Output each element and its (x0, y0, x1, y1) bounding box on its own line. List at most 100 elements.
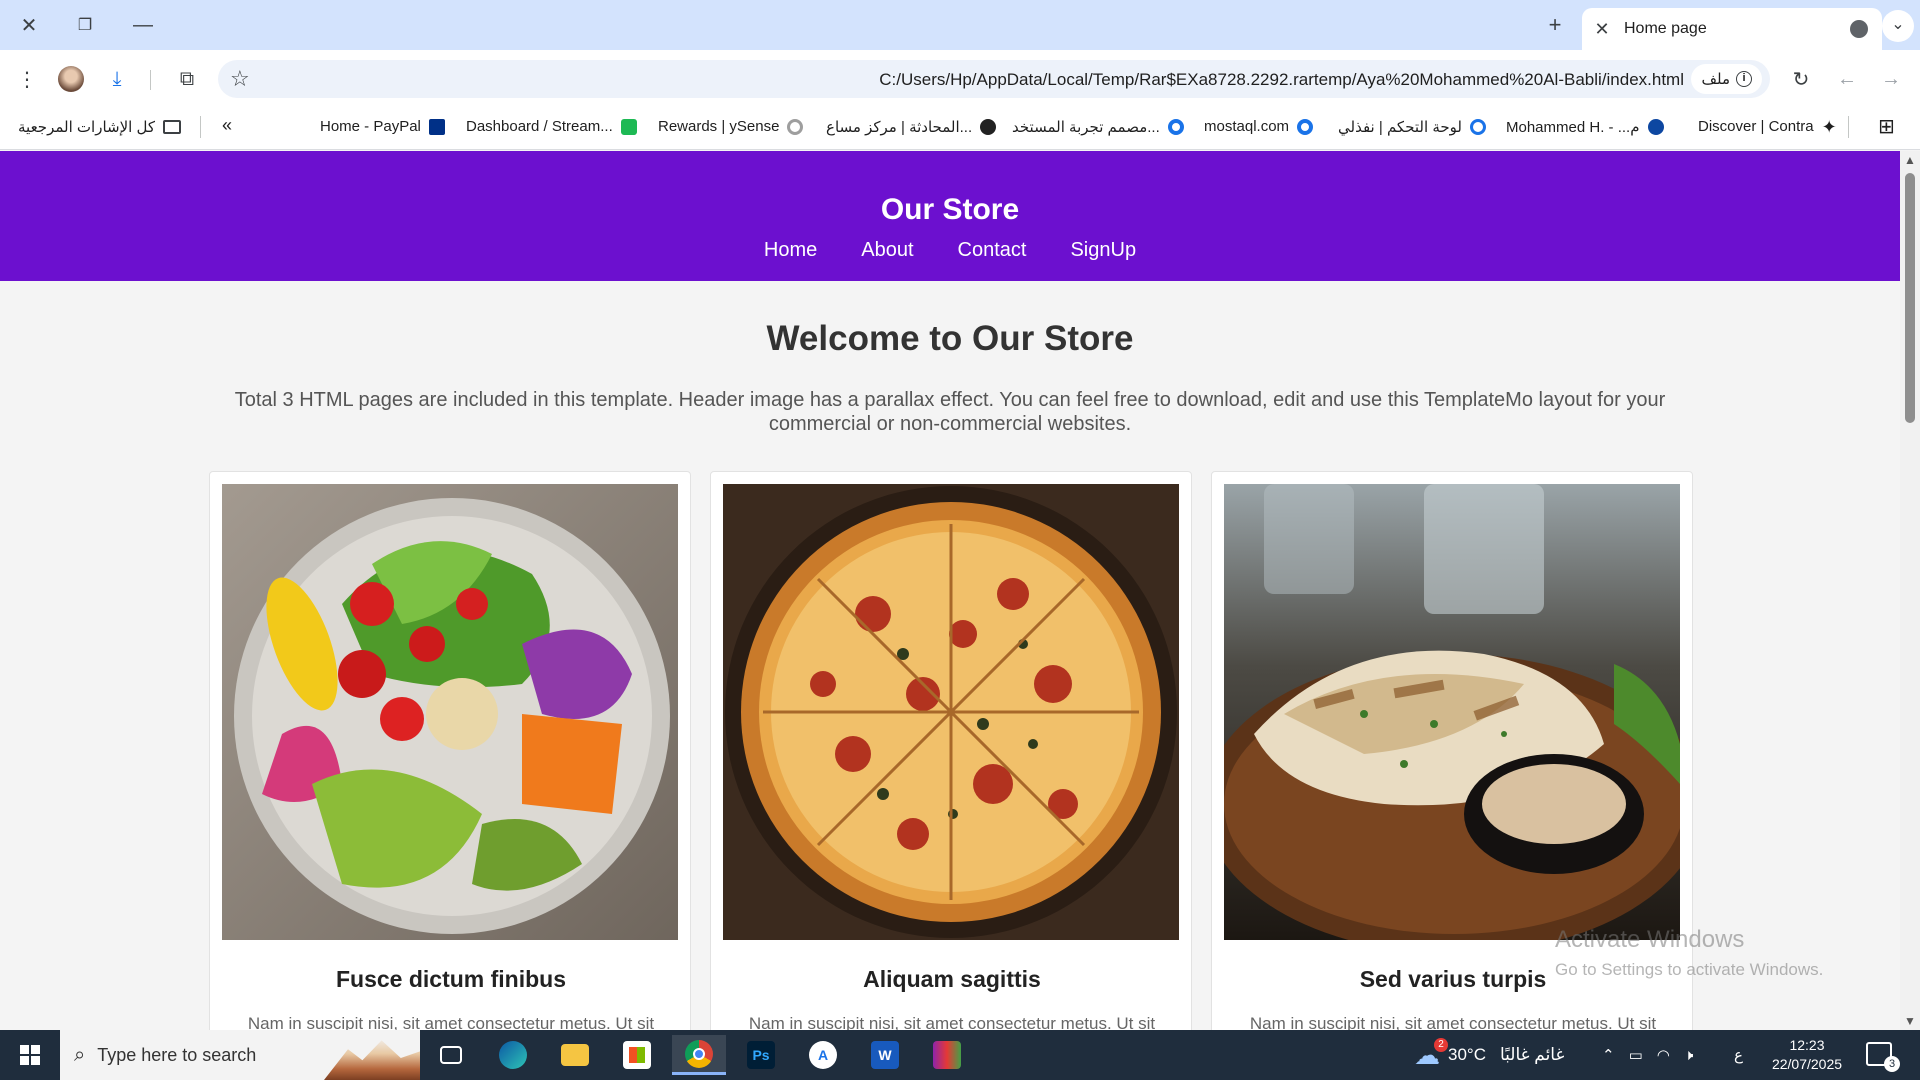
ysense-icon (787, 118, 804, 135)
address-url[interactable]: C:/Users/Hp/AppData/Local/Temp/Rar$EXa87… (879, 70, 1684, 90)
forward-arrow-icon[interactable]: → (1876, 64, 1906, 94)
tab-home-page[interactable]: ✕ Home page (1582, 8, 1882, 50)
all-bookmarks-button[interactable]: كل الإشارات المرجعية (18, 118, 181, 136)
nav-signup-link[interactable]: SignUp (1070, 239, 1136, 262)
clock-time: 12:23 (1789, 1037, 1825, 1053)
chat-icon (980, 119, 997, 135)
activate-windows-title: Activate Windows (1555, 926, 1745, 953)
taskbar-search[interactable]: ⌕ Type here to search (60, 1030, 420, 1080)
bookmark-nafzly[interactable]: لوحة التحكم | نفذلي (1338, 118, 1486, 136)
bookmarks-overflow-button[interactable]: « (222, 115, 232, 136)
start-button[interactable] (0, 1030, 60, 1080)
profile-avatar[interactable] (58, 66, 84, 92)
nafzly-icon (1469, 119, 1486, 135)
folder-icon (163, 120, 181, 134)
windows-logo-icon (20, 1045, 40, 1065)
bookmark-label: لوحة التحكم | نفذلي (1338, 119, 1462, 136)
contra-star-icon: ✦ (1821, 116, 1837, 137)
address-bar[interactable]: ☆ C:/Users/Hp/AppData/Local/Temp/Rar$EXa… (218, 60, 1770, 98)
pizza-photo (723, 484, 1179, 940)
download-icon[interactable]: ⤓ (102, 64, 132, 94)
restore-window-icon[interactable]: ❐ (70, 10, 100, 40)
salad-photo (222, 484, 678, 940)
all-bookmarks-label: كل الإشارات المرجعية (18, 119, 155, 136)
search-placeholder: Type here to search (97, 1044, 257, 1065)
bookmark-label: Discover | Contra (1698, 118, 1814, 135)
volume-muted-icon[interactable]: 🕨 (1684, 1047, 1693, 1064)
clock-date: 22/07/2025 (1771, 1056, 1843, 1072)
apps-grid-icon[interactable]: ⊞ (1878, 114, 1895, 139)
nav-contact-link[interactable]: Contact (958, 239, 1027, 262)
back-arrow-icon[interactable]: ← (1832, 64, 1862, 94)
language-indicator[interactable]: ع (1734, 1030, 1743, 1080)
card-title: Fusce dictum finibus (335, 966, 567, 992)
bookmark-label: مصمم تجربة المستخد... (1012, 119, 1160, 136)
minimize-window-icon[interactable]: — (128, 10, 158, 40)
chrome-icon[interactable] (672, 1035, 726, 1075)
bookmark-label: mostaql.com (1204, 118, 1290, 135)
weather-widget[interactable]: ☁ 30°C غائم غالبًا (1414, 1030, 1564, 1080)
search-highlight-image (324, 1040, 420, 1080)
bookmark-mohammed[interactable]: Mohammed H. - ...م (1506, 118, 1664, 136)
reload-icon[interactable]: ↻ (1786, 64, 1816, 94)
bookmarks-divider (1848, 116, 1849, 138)
windows-taskbar: ⌕ Type here to search Ps A W ☁ 30°C غائم… (0, 1030, 1920, 1080)
photoshop-icon[interactable]: Ps (734, 1035, 788, 1075)
battery-icon[interactable]: ▭ (1629, 1046, 1643, 1064)
site-info-label: ملف (1701, 71, 1730, 88)
scroll-down-arrow-icon[interactable]: ▼ (1904, 1014, 1916, 1028)
wifi-icon[interactable]: ◠ (1657, 1046, 1670, 1064)
product-card: Aliquam sagittis Nam in suscipit nisi, s… (710, 471, 1192, 1030)
chevron-up-icon[interactable]: ⌃ (1602, 1046, 1615, 1064)
mostaql-icon (1297, 118, 1314, 135)
tab-close-icon[interactable]: ✕ (1592, 19, 1612, 40)
activate-windows-watermark: Activate Windows Go to Settings to activ… (1555, 926, 1823, 980)
file-explorer-icon[interactable] (548, 1035, 602, 1075)
stream-icon (620, 118, 637, 135)
paypal-icon (428, 118, 445, 135)
new-tab-button[interactable]: + (1540, 12, 1570, 40)
extensions-icon[interactable]: ⧉ (172, 64, 202, 94)
bookmark-ysense[interactable]: Rewards | ySense (658, 118, 804, 135)
activate-windows-subtitle: Go to Settings to activate Windows. (1555, 960, 1824, 979)
bookmark-label: المحادثة | مركز مساع... (826, 119, 973, 136)
card-text: Nam in suscipit nisi, sit amet consectet… (247, 1014, 655, 1030)
edge-icon[interactable] (486, 1035, 540, 1075)
weather-description: غائم غالبًا (1499, 1045, 1565, 1064)
profile-site-icon (1647, 119, 1664, 135)
nav-home-link[interactable]: Home (764, 239, 817, 262)
close-window-icon[interactable]: ✕ (14, 10, 44, 40)
bookmark-chat-center[interactable]: المحادثة | مركز مساع... (826, 118, 997, 136)
card-text: Nam in suscipit nisi, sit amet consectet… (1249, 1014, 1657, 1030)
task-view-icon[interactable] (424, 1035, 478, 1075)
globe-icon (1850, 20, 1868, 38)
bookmark-paypal[interactable]: Home - PayPal (320, 118, 445, 135)
site-info-chip[interactable]: ملف i (1691, 64, 1762, 94)
site-title: Our Store (880, 193, 1020, 226)
scroll-up-arrow-icon[interactable]: ▲ (1904, 153, 1916, 167)
winrar-icon[interactable] (920, 1035, 974, 1075)
bookmark-dashboard[interactable]: Dashboard / Stream... (466, 118, 637, 135)
scrollbar-thumb[interactable] (1905, 173, 1915, 423)
word-icon[interactable]: W (858, 1035, 912, 1075)
bookmark-mostaql[interactable]: mostaql.com (1204, 118, 1314, 135)
kebab-menu-icon[interactable]: ⋮ (12, 64, 42, 94)
tab-title: Home page (1624, 20, 1707, 37)
site-nav: Home About Contact SignUp (0, 239, 1900, 262)
nav-about-link[interactable]: About (861, 239, 913, 262)
bookmark-contra[interactable]: Discover | Contra ✦ (1698, 116, 1837, 137)
bookmark-label: Home - PayPal (320, 118, 421, 135)
bookmark-ux-designer[interactable]: مصمم تجربة المستخد... (1012, 118, 1184, 136)
bookmark-label: Rewards | ySense (658, 118, 780, 135)
microsoft-store-icon[interactable] (610, 1035, 664, 1075)
tab-search-button[interactable]: ⌄ (1882, 10, 1914, 42)
taskbar-clock[interactable]: 12:23 22/07/2025 (1762, 1036, 1852, 1074)
page-viewport: Our Store Home About Contact SignUp Welc… (0, 151, 1900, 1030)
welcome-heading: Welcome to Our Store (766, 319, 1134, 358)
bookmark-star-icon[interactable]: ☆ (230, 66, 250, 92)
app-store-icon[interactable]: A (796, 1035, 850, 1075)
tab-strip: ✕ ❐ — + ✕ Home page ⌄ (0, 0, 1920, 50)
product-card: Fusce dictum finibus Nam in suscipit nis… (209, 471, 691, 1030)
info-icon: i (1736, 71, 1752, 87)
page-scrollbar[interactable]: ▲ ▼ (1900, 151, 1920, 1030)
